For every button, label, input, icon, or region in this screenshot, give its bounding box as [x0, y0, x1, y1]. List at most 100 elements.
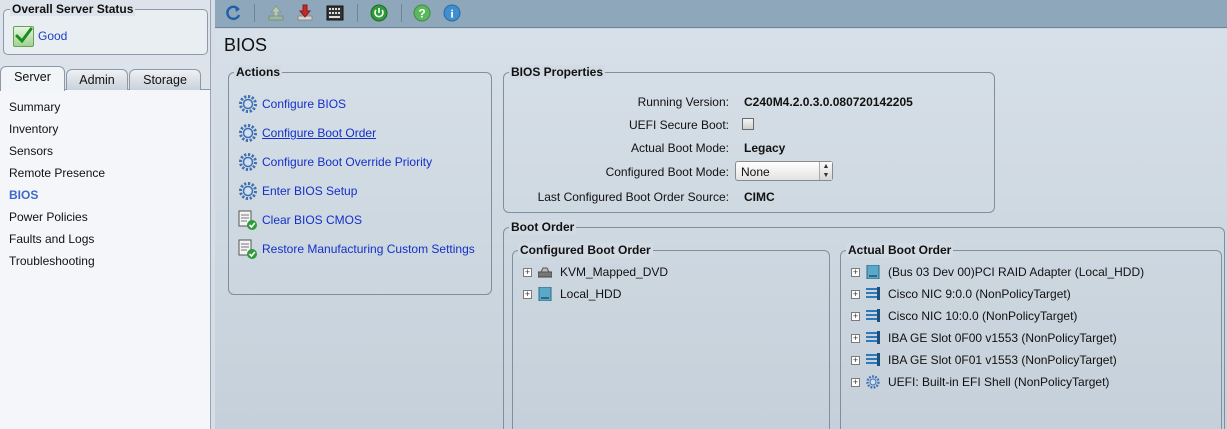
tab-admin[interactable]: Admin	[66, 69, 128, 90]
restore-manufacturing-custom-settings-label: Restore Manufacturing Custom Settings	[262, 242, 475, 256]
tree-item-local-hdd[interactable]: + Local_HDD	[523, 285, 621, 303]
expand-icon[interactable]: +	[851, 355, 860, 365]
nic-icon	[866, 309, 880, 323]
actual-boot-order-panel: Actual Boot Order + (Bus 03 Dev 00)PCI R…	[840, 243, 1222, 429]
nic-icon	[866, 331, 880, 345]
gear-icon	[866, 375, 880, 389]
keyboard-icon[interactable]	[325, 3, 345, 23]
hdd-icon	[538, 286, 552, 302]
document-check-icon	[238, 210, 258, 230]
nav-item-sensors[interactable]: Sensors	[9, 144, 53, 158]
expand-icon[interactable]: +	[523, 267, 532, 277]
help-icon[interactable]: ?	[412, 3, 432, 23]
dvd-drive-icon	[537, 265, 553, 279]
restore-manufacturing-custom-settings-link[interactable]: Restore Manufacturing Custom Settings	[238, 238, 475, 260]
configure-boot-order-link[interactable]: Configure Boot Order	[238, 122, 376, 144]
actual-boot-mode-value: Legacy	[744, 141, 786, 155]
tree-item-label: Cisco NIC 10:0.0 (NonPolicyTarget)	[888, 309, 1078, 323]
boot-order-panel: Boot Order Configured Boot Order + KVM_M…	[503, 220, 1225, 429]
overall-status-value[interactable]: Good	[38, 29, 67, 43]
hdd-icon	[866, 264, 880, 280]
refresh-icon[interactable]	[224, 3, 244, 23]
expand-icon[interactable]: +	[851, 311, 860, 321]
nav-item-power-policies[interactable]: Power Policies	[9, 210, 88, 224]
nav-item-summary[interactable]: Summary	[9, 100, 60, 114]
uefi-secure-boot-label: UEFI Secure Boot:	[628, 118, 729, 132]
gear-icon	[238, 123, 258, 143]
bios-properties-panel: BIOS Properties Running Version: C240M4.…	[503, 65, 995, 213]
actual-boot-order-title: Actual Boot Order	[846, 243, 954, 257]
tree-item-iba-ge-slot-0f00[interactable]: + IBA GE Slot 0F00 v1553 (NonPolicyTarge…	[851, 329, 1117, 347]
nic-icon	[866, 353, 880, 367]
nav-item-bios[interactable]: BIOS	[9, 188, 38, 202]
tree-item-cisco-nic-10[interactable]: + Cisco NIC 10:0.0 (NonPolicyTarget)	[851, 307, 1077, 325]
upload-icon[interactable]	[266, 3, 286, 23]
boot-order-title: Boot Order	[509, 220, 577, 234]
nav-item-inventory[interactable]: Inventory	[9, 122, 58, 136]
tree-item-iba-ge-slot-0f01[interactable]: + IBA GE Slot 0F01 v1553 (NonPolicyTarge…	[851, 351, 1117, 369]
gear-icon	[238, 181, 258, 201]
overall-status-title: Overall Server Status	[10, 2, 136, 16]
running-version-value: C240M4.2.0.3.0.080720142205	[744, 95, 913, 109]
power-icon[interactable]	[369, 3, 389, 23]
actions-title: Actions	[234, 65, 283, 79]
tree-item-label: Local_HDD	[560, 287, 622, 301]
expand-icon[interactable]: +	[851, 333, 860, 343]
configured-boot-order-panel: Configured Boot Order + KVM_Mapped_DVD +…	[512, 243, 830, 429]
tree-item-label: Cisco NIC 9:0.0 (NonPolicyTarget)	[888, 287, 1071, 301]
tree-item-kvm-mapped-dvd[interactable]: + KVM_Mapped_DVD	[523, 263, 668, 281]
running-version-label: Running Version:	[637, 95, 729, 109]
tab-server[interactable]: Server	[0, 66, 65, 91]
tree-item-uefi-efi-shell[interactable]: + UEFI: Built-in EFI Shell (NonPolicyTar…	[851, 373, 1109, 391]
clear-bios-cmos-link[interactable]: Clear BIOS CMOS	[238, 209, 362, 231]
tree-item-label: IBA GE Slot 0F00 v1553 (NonPolicyTarget)	[888, 331, 1117, 345]
nav-tabs: Server Admin Storage	[0, 66, 211, 91]
gear-icon	[238, 94, 258, 114]
tree-item-label: (Bus 03 Dev 00)PCI RAID Adapter (Local_H…	[888, 265, 1145, 279]
chevron-up-down-icon: ▲ ▼	[819, 162, 832, 180]
expand-icon[interactable]: +	[851, 267, 860, 277]
expand-icon[interactable]: +	[523, 289, 532, 299]
configure-bios-link[interactable]: Configure BIOS	[238, 93, 346, 115]
main-pane: ? i BIOS Actions Configure BIOS Configur…	[215, 0, 1227, 429]
configure-bios-label: Configure BIOS	[262, 97, 347, 111]
tree-item-pci-raid-adapter[interactable]: + (Bus 03 Dev 00)PCI RAID Adapter (Local…	[851, 263, 1144, 281]
actions-panel: Actions Configure BIOS Configure Boot Or…	[228, 65, 492, 295]
nav-item-troubleshooting[interactable]: Troubleshooting	[9, 254, 95, 268]
configure-boot-override-priority-label: Configure Boot Override Priority	[262, 155, 433, 169]
nav-item-remote-presence[interactable]: Remote Presence	[9, 166, 105, 180]
configured-boot-mode-value: None	[741, 165, 770, 179]
green-check-icon	[13, 26, 34, 47]
toolbar-separator	[401, 4, 402, 22]
actual-boot-mode-label: Actual Boot Mode:	[630, 141, 729, 155]
server-nav-list: Summary Inventory Sensors Remote Presenc…	[0, 90, 210, 429]
info-icon[interactable]: i	[442, 3, 462, 23]
toolbar-separator	[254, 4, 255, 22]
configure-boot-override-priority-link[interactable]: Configure Boot Override Priority	[238, 151, 432, 173]
expand-icon[interactable]: +	[851, 377, 860, 387]
nic-icon	[866, 287, 880, 301]
bios-properties-title: BIOS Properties	[509, 65, 606, 79]
configured-boot-order-title: Configured Boot Order	[518, 243, 653, 257]
uefi-secure-boot-checkbox[interactable]	[742, 118, 754, 130]
toolbar-separator	[357, 4, 358, 22]
tree-item-label: IBA GE Slot 0F01 v1553 (NonPolicyTarget)	[888, 353, 1117, 367]
tab-storage[interactable]: Storage	[129, 69, 201, 90]
enter-bios-setup-link[interactable]: Enter BIOS Setup	[238, 180, 357, 202]
tree-item-cisco-nic-9[interactable]: + Cisco NIC 9:0.0 (NonPolicyTarget)	[851, 285, 1071, 303]
tree-item-label: UEFI: Built-in EFI Shell (NonPolicyTarge…	[888, 375, 1110, 389]
nav-item-faults-and-logs[interactable]: Faults and Logs	[9, 232, 94, 246]
last-boot-order-source-value: CIMC	[744, 190, 775, 204]
configure-boot-order-label: Configure Boot Order	[262, 126, 377, 140]
download-icon[interactable]	[295, 3, 315, 23]
page-title: BIOS	[224, 35, 268, 55]
content-area: BIOS Actions Configure BIOS Configure Bo…	[215, 29, 1227, 429]
toolbar: ? i	[215, 0, 1227, 28]
gear-icon	[238, 152, 258, 172]
expand-icon[interactable]: +	[851, 289, 860, 299]
configured-boot-mode-label: Configured Boot Mode:	[605, 165, 729, 179]
configured-boot-mode-select[interactable]: None ▲ ▼	[735, 161, 833, 181]
enter-bios-setup-label: Enter BIOS Setup	[262, 184, 358, 198]
clear-bios-cmos-label: Clear BIOS CMOS	[262, 213, 363, 227]
left-pane: Overall Server Status Good Server Admin …	[0, 0, 211, 429]
